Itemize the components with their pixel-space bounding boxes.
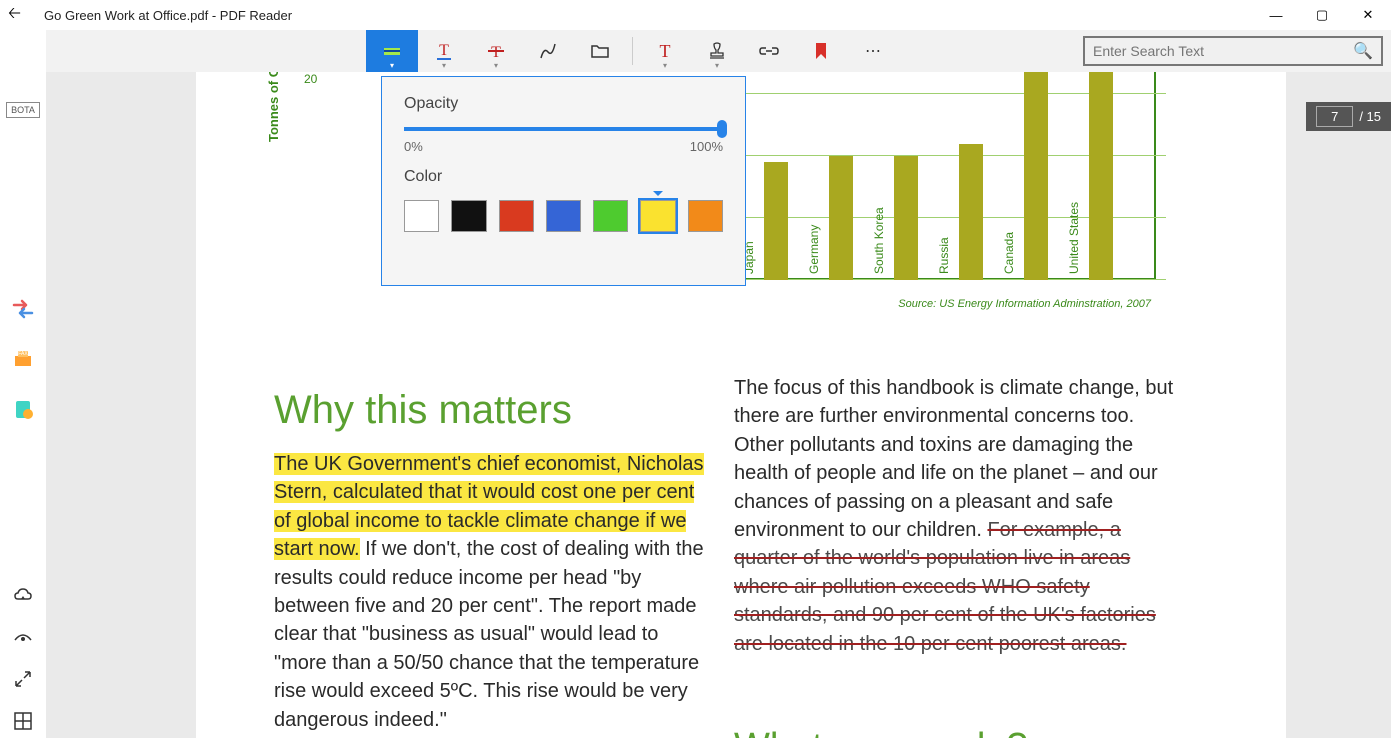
transfer-icon[interactable] — [12, 298, 34, 320]
back-button[interactable]: 🡠 — [8, 2, 32, 29]
chart-ylabel: Tonnes of CO₂ — [266, 72, 281, 142]
color-swatch[interactable] — [546, 200, 581, 232]
fax-icon[interactable]: FAX — [12, 348, 34, 370]
link-tool[interactable] — [743, 30, 795, 72]
ink-tool[interactable] — [522, 30, 574, 72]
underline-tool[interactable]: T ▾ — [418, 30, 470, 72]
window-title: Go Green Work at Office.pdf - PDF Reader — [44, 8, 292, 23]
cloud-icon[interactable] — [12, 584, 34, 606]
chart-bar-label: Russia — [937, 237, 951, 274]
color-swatches — [404, 200, 723, 232]
chart-bar — [894, 156, 918, 280]
chart-tick-20: 20 — [304, 72, 317, 86]
folder-tool[interactable] — [574, 30, 626, 72]
column-1-text: The UK Government's chief economist, Nic… — [274, 450, 704, 734]
search-box[interactable]: 🔍 — [1083, 36, 1383, 66]
more-tool[interactable]: ⋯ — [847, 30, 899, 72]
chart-area: JapanGermanySouth KoreaRussiaCanadaUnite… — [746, 72, 1166, 322]
chart-bar — [829, 156, 853, 280]
chart-bar — [1089, 72, 1113, 280]
svg-text:T: T — [439, 42, 449, 59]
title-bar: 🡠 Go Green Work at Office.pdf - PDF Read… — [0, 0, 1391, 30]
opacity-min: 0% — [404, 139, 423, 154]
color-swatch[interactable] — [451, 200, 486, 232]
opacity-label: Opacity — [404, 95, 723, 113]
stamp-tool[interactable]: ▾ — [691, 30, 743, 72]
page-current[interactable]: 7 — [1316, 106, 1353, 127]
page-indicator: 7 / 15 — [1306, 102, 1391, 131]
highlight-options-popup: Opacity 0% 100% Color — [381, 76, 746, 286]
strikethrough-tool[interactable]: T ▾ — [470, 30, 522, 72]
chart-bar — [764, 162, 788, 280]
svg-text:T: T — [491, 44, 501, 61]
bookmark-tool[interactable] — [795, 30, 847, 72]
svg-text:FAX: FAX — [18, 351, 28, 357]
search-input[interactable] — [1093, 43, 1353, 59]
left-sidebar: BOTA FAX — [0, 30, 46, 738]
chart-bar-label: United States — [1067, 202, 1081, 274]
clipboard-icon[interactable] — [12, 398, 34, 420]
color-label: Color — [404, 168, 723, 186]
chart-bar — [1024, 72, 1048, 280]
chart-bar-label: Germany — [807, 225, 821, 274]
heading-why-matters: Why this matters — [274, 388, 572, 433]
opacity-slider[interactable] — [404, 127, 723, 131]
bota-button[interactable]: BOTA — [6, 102, 40, 118]
grid-icon[interactable] — [12, 710, 34, 732]
color-swatch[interactable] — [499, 200, 534, 232]
search-icon[interactable]: 🔍 — [1353, 41, 1373, 61]
color-swatch[interactable] — [593, 200, 628, 232]
opacity-max: 100% — [690, 139, 723, 154]
text-tool[interactable]: T ▾ — [639, 30, 691, 72]
page-total: / 15 — [1359, 109, 1381, 124]
chart-bar-label: South Korea — [872, 207, 886, 274]
minimize-button[interactable]: — — [1253, 0, 1299, 30]
color-swatch[interactable] — [640, 200, 675, 232]
heading-what-can-we-do: What can we do? — [734, 726, 1028, 738]
chart-bar-label: Canada — [1002, 232, 1016, 274]
highlight-tool[interactable]: ▾ — [366, 30, 418, 72]
eye-icon[interactable] — [12, 626, 34, 648]
column-2-text: The focus of this handbook is climate ch… — [734, 374, 1174, 658]
opacity-slider-thumb[interactable] — [717, 120, 727, 138]
color-swatch[interactable] — [404, 200, 439, 232]
chart-bar — [959, 144, 983, 280]
svg-text:T: T — [660, 41, 671, 61]
chart-source: Source: US Energy Information Adminstrat… — [898, 298, 1151, 310]
close-button[interactable]: ✕ — [1345, 0, 1391, 30]
maximize-button[interactable]: ▢ — [1299, 0, 1345, 30]
expand-icon[interactable] — [12, 668, 34, 690]
color-swatch[interactable] — [688, 200, 723, 232]
annotation-toolbar: ▾ T ▾ T ▾ T ▾ — [46, 30, 1391, 72]
